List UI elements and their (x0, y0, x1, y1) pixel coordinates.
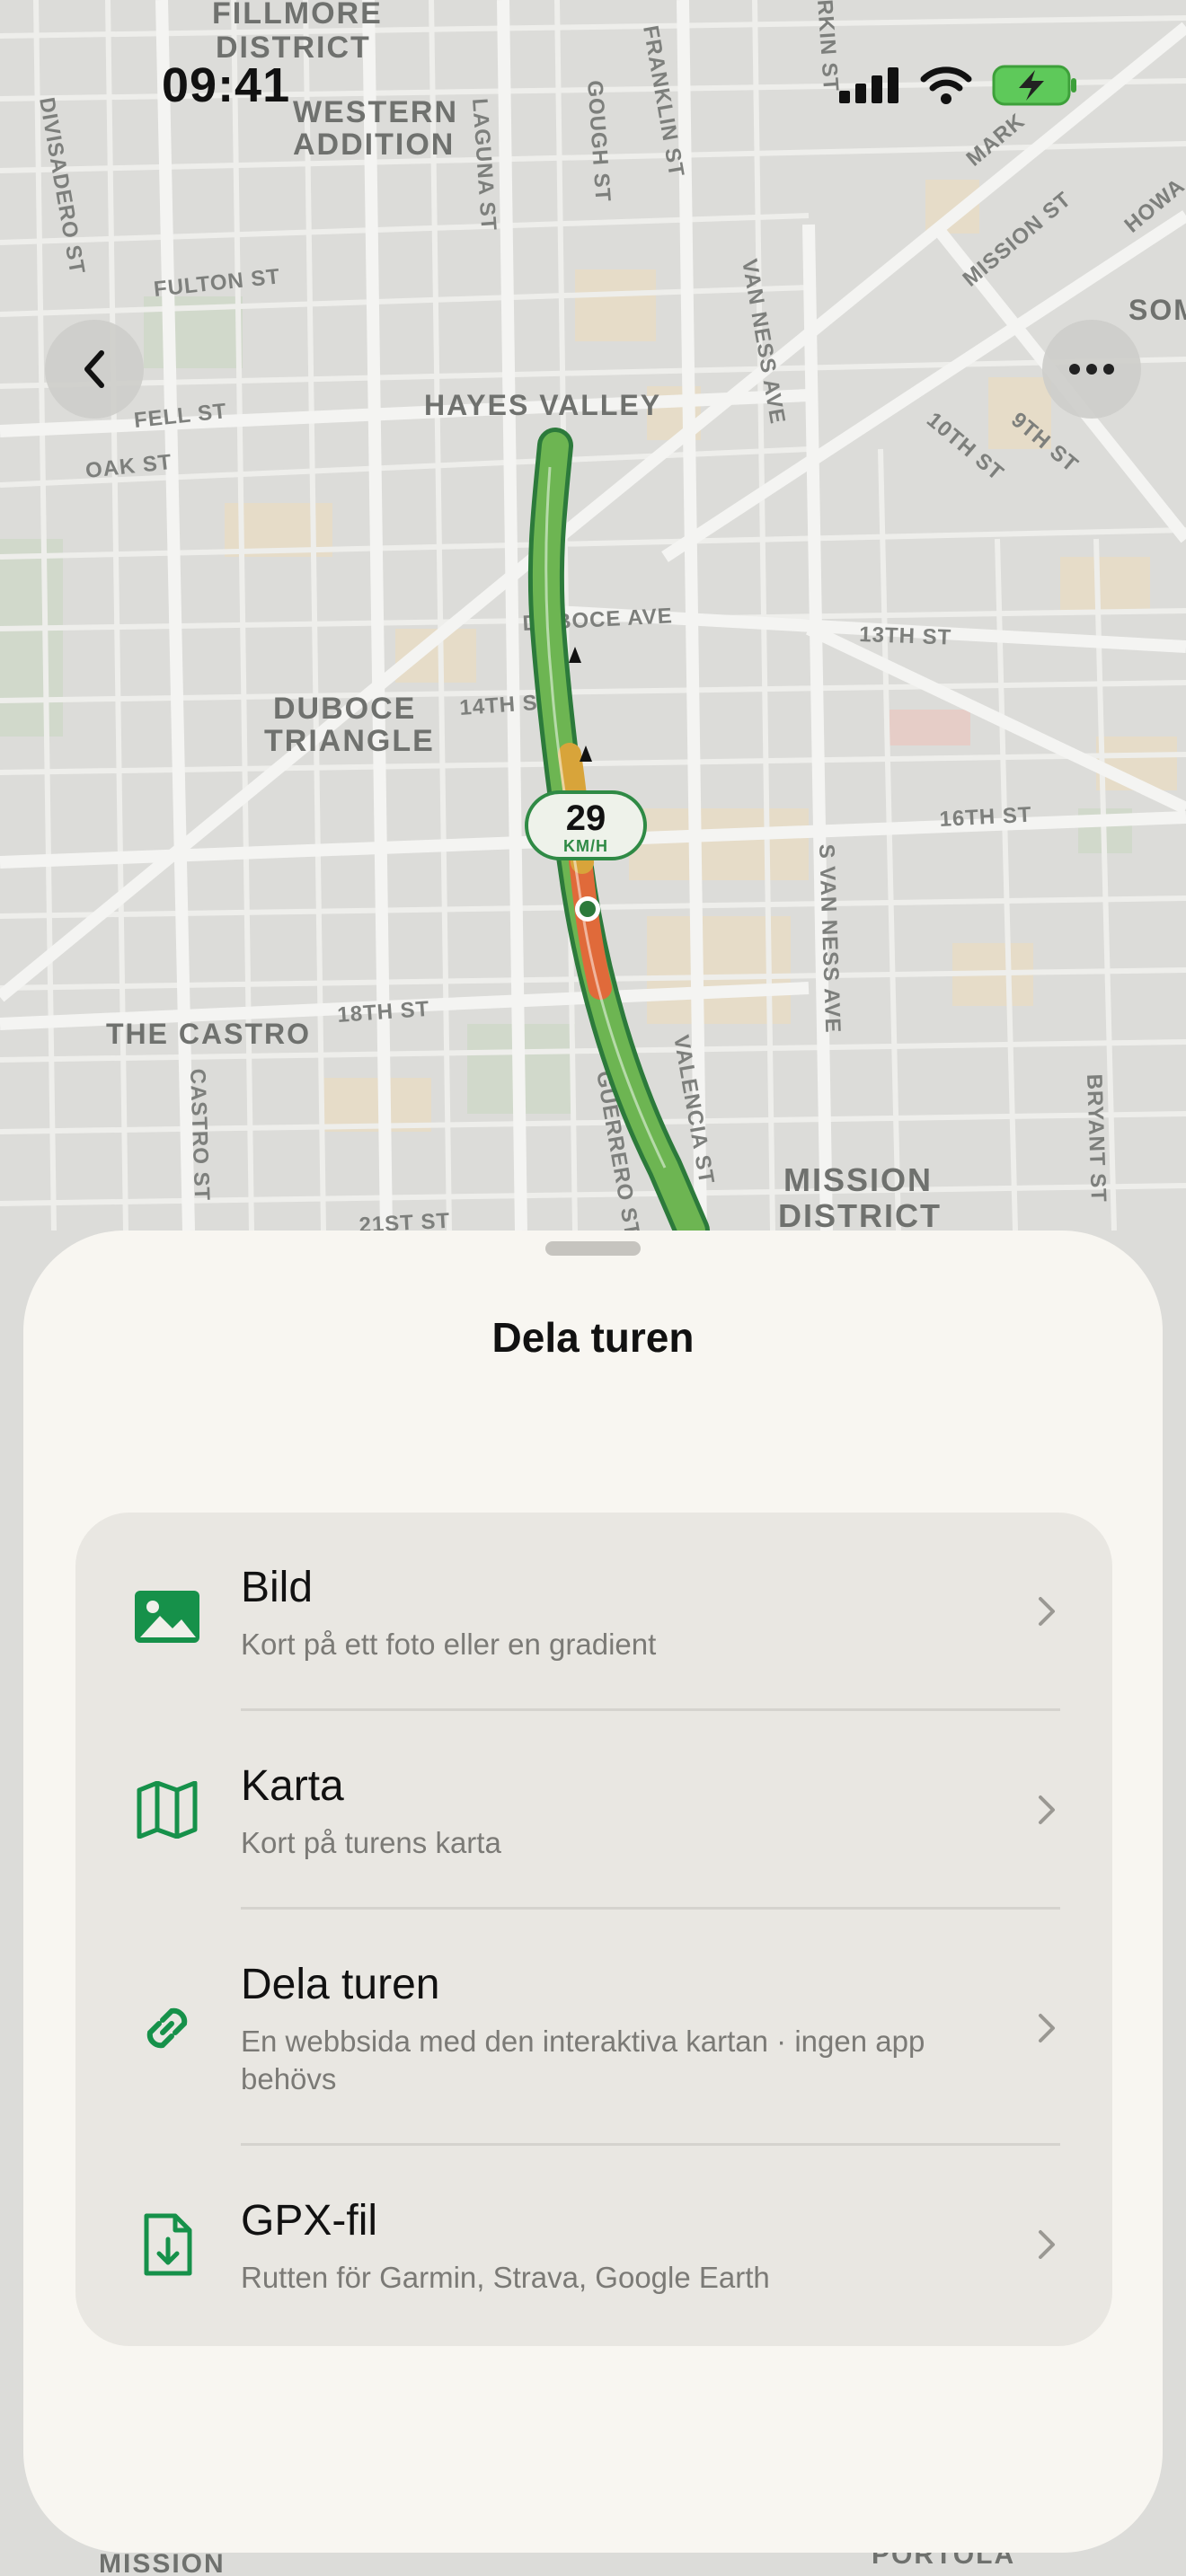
share-option-map[interactable]: Karta Kort på turens karta (75, 1711, 1112, 1909)
chevron-right-icon (1039, 2014, 1055, 2042)
share-option-title: GPX-fil (241, 2197, 378, 2245)
chevron-right-icon (1039, 1597, 1055, 1626)
area-label-som: SOM (1128, 294, 1186, 326)
speed-unit: KM/H (563, 837, 608, 855)
area-label-mission-district: MISSION (783, 1161, 933, 1198)
back-button[interactable] (45, 320, 144, 419)
share-sheet: Dela turen Bild Kort på ett foto eller e… (23, 1231, 1163, 2553)
cellular-signal-icon (839, 67, 898, 103)
sheet-grabber[interactable] (545, 1241, 641, 1256)
sheet-title: Dela turen (491, 1314, 695, 1361)
link-icon (129, 1990, 205, 2066)
chevron-right-icon (1039, 1795, 1055, 1824)
area-label-the-castro: THE CASTRO (106, 1018, 311, 1050)
area-label-duboce-triangle: DUBOCE (273, 692, 416, 726)
street-label-castro: CASTRO ST (185, 1068, 214, 1202)
share-option-subtitle: En webbsida med den interaktiva kartan ·… (241, 2025, 925, 2095)
area-label-fillmore: FILLMORE (212, 0, 383, 31)
file-download-icon (129, 2207, 205, 2282)
share-option-title: Karta (241, 1762, 344, 1810)
share-option-gpx[interactable]: GPX-fil Rutten för Garmin, Strava, Googl… (75, 2146, 1112, 2346)
street-label-bryant: BRYANT ST (1082, 1073, 1111, 1203)
share-option-title: Bild (241, 1564, 314, 1611)
area-label-mission-district-2: DISTRICT (778, 1197, 942, 1234)
chevron-left-icon (84, 350, 104, 388)
speed-value: 29 (565, 798, 606, 838)
area-label-western-addition-2: ADDITION (293, 128, 455, 162)
share-option-subtitle: Kort på ett foto eller en gradient (241, 1628, 657, 1661)
image-icon (129, 1579, 205, 1654)
chevron-right-icon (1039, 2230, 1055, 2259)
share-option-image[interactable]: Bild Kort på ett foto eller en gradient (75, 1513, 1112, 1710)
status-icons (839, 63, 1078, 108)
area-label-mission-bottom: MISSION (99, 2549, 226, 2576)
more-button[interactable] (1042, 320, 1141, 419)
share-option-link[interactable]: Dela turen En webbsida med den interakti… (75, 1910, 1112, 2145)
street-label-13th: 13TH ST (859, 622, 952, 650)
share-options-list: Bild Kort på ett foto eller en gradient … (75, 1513, 1112, 2346)
area-label-western-addition: WESTERN (293, 95, 458, 129)
ellipsis-icon (1069, 364, 1114, 375)
status-time: 09:41 (162, 58, 291, 112)
wifi-icon (920, 66, 972, 104)
map-icon (129, 1772, 205, 1848)
street-label-16th: 16TH ST (939, 803, 1032, 832)
area-label-duboce-triangle-2: TRIANGLE (264, 724, 435, 758)
battery-charging-icon (992, 65, 1076, 106)
share-option-subtitle: Rutten för Garmin, Strava, Google Earth (241, 2261, 770, 2294)
speed-badge: 29 KM/H (525, 790, 647, 860)
share-option-title: Dela turen (241, 1961, 440, 2008)
share-option-subtitle: Kort på turens karta (241, 1826, 501, 1859)
area-label-hayes-valley: HAYES VALLEY (424, 389, 661, 421)
